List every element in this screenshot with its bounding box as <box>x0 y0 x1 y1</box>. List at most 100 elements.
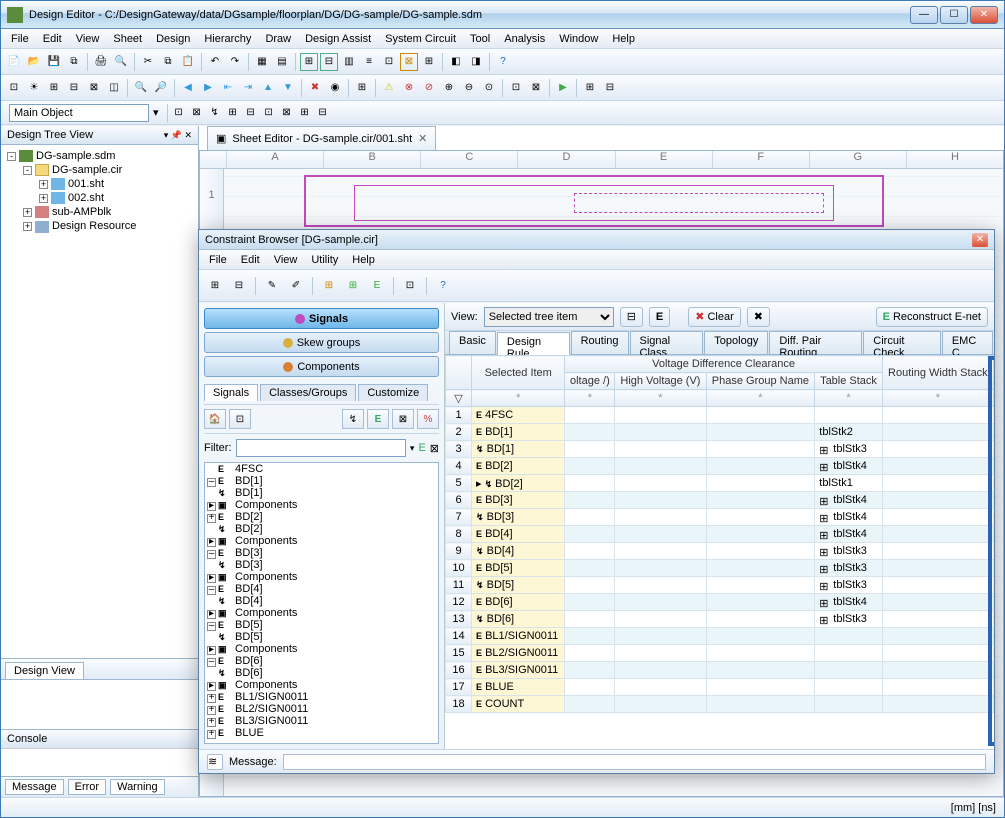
tool-button[interactable]: E <box>649 307 670 327</box>
close-tab-icon[interactable]: ✕ <box>418 132 427 145</box>
tool-icon[interactable]: % <box>417 409 439 429</box>
tool-icon[interactable]: ⊟ <box>320 53 338 71</box>
saveall-icon[interactable]: ⧉ <box>65 53 83 71</box>
save-icon[interactable]: 💾 <box>45 53 63 71</box>
nav-icon[interactable]: ▲ <box>259 79 277 97</box>
nav-icon[interactable]: ⇥ <box>239 79 257 97</box>
nav-icon[interactable]: ◀ <box>179 79 197 97</box>
paste-icon[interactable]: 📋 <box>179 53 197 71</box>
tool-button[interactable]: ✖ <box>747 307 770 327</box>
tree-node[interactable]: –E BD[6] <box>205 655 438 667</box>
components-button[interactable]: Components <box>204 356 439 377</box>
tool-icon[interactable]: ⊞ <box>319 276 339 296</box>
tree-sht2[interactable]: +002.sht <box>7 191 192 205</box>
tree-node[interactable]: ▸▣ Components <box>205 499 438 511</box>
tool-icon[interactable]: ⊠ <box>85 79 103 97</box>
help-icon[interactable]: ? <box>433 276 453 296</box>
tree-node[interactable]: ↯ BD[2] <box>205 523 438 535</box>
tool-icon[interactable]: ↯ <box>206 104 224 122</box>
tree-node[interactable]: E 4FSC <box>205 463 438 475</box>
tree-node[interactable]: ▸▣ Components <box>205 643 438 655</box>
tool-icon[interactable]: ⊠ <box>430 442 439 455</box>
menu-analysis[interactable]: Analysis <box>498 31 551 47</box>
nav-icon[interactable]: ▶ <box>199 79 217 97</box>
menu-system-circuit[interactable]: System Circuit <box>379 31 462 47</box>
tree-node[interactable]: ▸▣ Components <box>205 679 438 691</box>
menu-design[interactable]: Design <box>150 31 196 47</box>
design-view-tab[interactable]: Design View <box>5 662 84 679</box>
tool-icon[interactable]: ⊡ <box>380 53 398 71</box>
tab-customize[interactable]: Customize <box>358 384 428 401</box>
tree-node[interactable]: –E BD[3] <box>205 547 438 559</box>
signals-button[interactable]: Signals <box>204 308 439 329</box>
tree-node[interactable]: ↯ BD[5] <box>205 631 438 643</box>
tab-routing[interactable]: Routing <box>571 331 629 354</box>
tree-node[interactable]: ↯ BD[6] <box>205 667 438 679</box>
tool-icon[interactable]: ⊞ <box>420 53 438 71</box>
tool-icon[interactable]: ⊟ <box>65 79 83 97</box>
tab-diff-pair-routing[interactable]: Diff. Pair Routing <box>769 331 862 354</box>
message-icon[interactable]: ≋ <box>207 754 223 770</box>
tool-icon[interactable]: ▤ <box>273 53 291 71</box>
close-button[interactable]: ✕ <box>970 6 998 24</box>
design-tree[interactable]: -DG-sample.sdm -DG-sample.cir +001.sht +… <box>1 145 198 548</box>
new-icon[interactable]: 📄 <box>5 53 23 71</box>
constraint-grid[interactable]: Selected ItemVoltage Difference Clearanc… <box>445 355 994 713</box>
tab-design-rule[interactable]: Design Rule <box>497 332 570 355</box>
tool-icon[interactable]: ☀ <box>25 79 43 97</box>
tab-signal-class[interactable]: Signal Class <box>630 331 704 354</box>
tool-icon[interactable]: ≡ <box>360 53 378 71</box>
open-icon[interactable]: 📂 <box>25 53 43 71</box>
tool-icon[interactable]: ⊟ <box>601 79 619 97</box>
tree-node[interactable]: +E BL3/SIGN0011 <box>205 715 438 727</box>
minimize-button[interactable]: — <box>910 6 938 24</box>
menu-draw[interactable]: Draw <box>259 31 297 47</box>
tool-icon[interactable]: ▥ <box>340 53 358 71</box>
tool-icon[interactable]: ⊠ <box>392 409 414 429</box>
tool-icon[interactable]: ⊞ <box>300 53 318 71</box>
tree-node[interactable]: –E BD[4] <box>205 583 438 595</box>
cb-menu-view[interactable]: View <box>268 252 304 268</box>
tool-icon[interactable]: ⊟ <box>314 104 332 122</box>
tree-node[interactable]: –E BD[1] <box>205 475 438 487</box>
tree-node[interactable]: ↯ BD[1] <box>205 487 438 499</box>
tool-icon[interactable]: E <box>367 276 387 296</box>
preview-icon[interactable]: 🔍 <box>112 53 130 71</box>
tool-icon[interactable]: ⊠ <box>278 104 296 122</box>
zoom-out-icon[interactable]: 🔍 <box>132 79 150 97</box>
tree-node[interactable]: –E BD[5] <box>205 619 438 631</box>
tab-circuit-check[interactable]: Circuit Check <box>863 331 941 354</box>
undo-icon[interactable]: ↶ <box>206 53 224 71</box>
menu-edit[interactable]: Edit <box>37 31 68 47</box>
tool-icon[interactable]: ✐ <box>286 276 306 296</box>
cb-menu-file[interactable]: File <box>203 252 233 268</box>
tree-res[interactable]: +Design Resource <box>7 219 192 233</box>
reconstruct-button[interactable]: EReconstruct E-net <box>876 307 988 327</box>
message-input[interactable] <box>283 754 986 770</box>
tab-signals[interactable]: Signals <box>204 384 258 401</box>
tool-icon[interactable]: ⊞ <box>224 104 242 122</box>
nav-icon[interactable]: ▼ <box>279 79 297 97</box>
tree-node[interactable]: ▸▣ Components <box>205 607 438 619</box>
tab-basic[interactable]: Basic <box>449 331 496 354</box>
home-icon[interactable]: 🏠 <box>204 409 226 429</box>
tool-icon[interactable]: ⊞ <box>205 276 225 296</box>
tool-icon[interactable]: ◫ <box>105 79 123 97</box>
warning-tab[interactable]: Warning <box>110 779 165 795</box>
clear-button[interactable]: ✖Clear <box>688 307 741 327</box>
error-tab[interactable]: Error <box>68 779 106 795</box>
tool-icon[interactable]: ◧ <box>447 53 465 71</box>
grid-icon[interactable]: ⊞ <box>353 79 371 97</box>
tool-icon[interactable]: ⊙ <box>480 79 498 97</box>
tool-icon[interactable]: ⊡ <box>400 276 420 296</box>
tool-icon[interactable]: ◨ <box>467 53 485 71</box>
zoom-in-icon[interactable]: 🔎 <box>152 79 170 97</box>
message-tab[interactable]: Message <box>5 779 64 795</box>
filter-input[interactable] <box>236 439 406 457</box>
tool-icon[interactable]: ⊡ <box>507 79 525 97</box>
sheet-tab[interactable]: ▣ Sheet Editor - DG-sample.cir/001.sht ✕ <box>207 126 436 150</box>
cut-icon[interactable]: ✂ <box>139 53 157 71</box>
menu-tool[interactable]: Tool <box>464 31 496 47</box>
tab-emc-c[interactable]: EMC C <box>942 331 993 354</box>
redo-icon[interactable]: ↷ <box>226 53 244 71</box>
